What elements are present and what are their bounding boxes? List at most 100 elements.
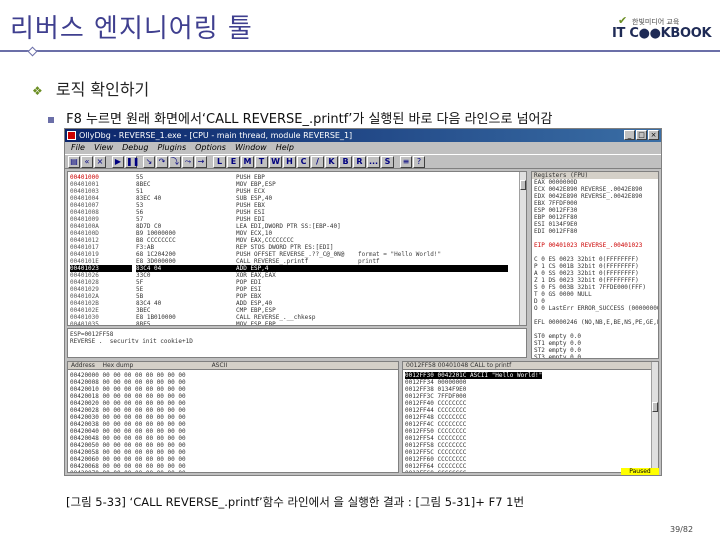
dump-row[interactable]: 00420028 00 00 00 00 00 00 00 00 (70, 407, 186, 414)
menu-item-file[interactable]: File (71, 142, 85, 153)
register-row[interactable]: EDX 0042E890 REVERSE_.0042E890 (534, 193, 658, 200)
stack-pane[interactable]: 0012FF58 00401048 CALL to printf 0012FF3… (402, 361, 659, 473)
stack-row[interactable]: 0012FF30 0042201C ASCII "Hello World!" (405, 372, 543, 379)
window-button-11[interactable]: ... (367, 155, 380, 168)
disasm-cmt-cell[interactable] (358, 237, 508, 244)
run-icon[interactable]: ▶ (112, 155, 124, 168)
disasm-cmt-cell[interactable] (358, 174, 508, 181)
disasm-cmt-cell[interactable] (358, 188, 508, 195)
stack-row[interactable]: 0012FF48 CCCCCCCC (405, 414, 542, 421)
disasm-cmt-cell[interactable] (358, 307, 508, 314)
dump-row[interactable]: 00420058 00 00 00 00 00 00 00 00 (70, 449, 186, 456)
disasm-addr-cell[interactable]: 00401035 (70, 321, 132, 325)
disasm-cmt-cell[interactable] (358, 272, 508, 279)
register-row[interactable]: ST3 empty 0.0 (534, 354, 658, 358)
list-icon[interactable]: ≡ (400, 155, 412, 168)
disasm-hex-cell[interactable]: 53 (136, 202, 236, 209)
register-row[interactable] (534, 249, 658, 256)
pause-icon[interactable]: ❚❚ (125, 155, 139, 168)
close-button[interactable]: × (648, 130, 659, 140)
register-row[interactable]: T 0 GS 0000 NULL (534, 291, 658, 298)
disasm-cmt-cell[interactable] (358, 293, 508, 300)
window-button-1[interactable]: E (227, 155, 240, 168)
disasm-cmt-cell[interactable] (358, 223, 508, 230)
menu-item-view[interactable]: View (94, 142, 113, 153)
disassembly-pane[interactable]: 00401000 00401001 00401003 00401004 00401007… (67, 171, 527, 326)
dump-row[interactable]: 00420010 00 00 00 00 00 00 00 00 (70, 386, 186, 393)
dump-row[interactable]: 00420020 00 00 00 00 00 00 00 00 (70, 400, 186, 407)
maximize-button[interactable]: □ (636, 130, 647, 140)
disasm-addr-cell[interactable]: 00401023 (70, 265, 132, 272)
disasm-cmt-cell[interactable]: printf (358, 258, 508, 265)
stack-row[interactable]: 0012FF40 CCCCCCCC (405, 400, 542, 407)
disasm-addr-cell[interactable]: 00401028 (70, 279, 132, 286)
dump-row[interactable]: 00420050 00 00 00 00 00 00 00 00 (70, 442, 186, 449)
disasm-cmt-cell[interactable] (358, 195, 508, 202)
disasm-cmt-cell[interactable] (358, 300, 508, 307)
disasm-hex-cell[interactable]: 5F (136, 279, 236, 286)
disasm-cmt-cell[interactable] (358, 209, 508, 216)
disasm-addr-cell[interactable]: 0040101E (70, 258, 132, 265)
register-row[interactable]: C 0 ES 0023 32bit 0(FFFFFFFF) (534, 256, 658, 263)
disasm-hex-cell[interactable]: E8 3D000000 (136, 258, 236, 265)
stack-row[interactable]: 0012FF50 CCCCCCCC (405, 428, 542, 435)
register-row[interactable]: ST2 empty 0.0 (534, 347, 658, 354)
stack-scrollbar[interactable] (651, 362, 658, 472)
register-row[interactable]: Z 1 DS 0023 32bit 0(FFFFFFFF) (534, 277, 658, 284)
disasm-hex-cell[interactable]: 57 (136, 216, 236, 223)
dump-row[interactable]: 00420000 00 00 00 00 00 00 00 00 (70, 372, 186, 379)
step-over-icon[interactable]: ↷ (156, 155, 168, 168)
disasm-cmt-cell[interactable] (358, 279, 508, 286)
disasm-hex-cell[interactable]: 56 (136, 209, 236, 216)
disasm-hex-cell[interactable]: 3BEC (136, 307, 236, 314)
dump-row[interactable]: 00420048 00 00 00 00 00 00 00 00 (70, 435, 186, 442)
register-row[interactable]: ECX 0042E890 REVERSE_.0042E890 (534, 186, 658, 193)
window-button-3[interactable]: T (255, 155, 268, 168)
help-icon[interactable]: ? (413, 155, 425, 168)
register-row[interactable]: ESP 0012FF30 (534, 207, 658, 214)
stack-row[interactable]: 0012FF5C CCCCCCCC (405, 449, 542, 456)
register-row[interactable]: A 0 SS 0023 32bit 0(FFFFFFFF) (534, 270, 658, 277)
disasm-addr-cell[interactable]: 0040102A (70, 293, 132, 300)
disasm-cmt-cell[interactable] (358, 230, 508, 237)
window-button-4[interactable]: W (269, 155, 282, 168)
dump-row[interactable]: 00420060 00 00 00 00 00 00 00 00 (70, 456, 186, 463)
stack-row[interactable]: 0012FF54 CCCCCCCC (405, 435, 542, 442)
dump-row[interactable]: 00420008 00 00 00 00 00 00 00 00 (70, 379, 186, 386)
execute-till-return-icon[interactable]: → (195, 155, 207, 168)
disasm-addr-cell[interactable]: 00401001 (70, 181, 132, 188)
window-button-12[interactable]: S (381, 155, 394, 168)
disasm-cmt-cell[interactable] (358, 216, 508, 223)
disasm-addr-cell[interactable]: 00401007 (70, 202, 132, 209)
stack-row[interactable]: 0012FF38 0134F9E0 (405, 386, 542, 393)
minimize-button[interactable]: _ (624, 130, 635, 140)
disasm-addr-cell[interactable]: 00401009 (70, 216, 132, 223)
dump-row[interactable]: 00420030 00 00 00 00 00 00 00 00 (70, 414, 186, 421)
disassembly-scrollbar[interactable] (519, 172, 526, 325)
menu-item-plugins[interactable]: Plugins (157, 142, 186, 153)
stack-row[interactable]: 0012FF34 00000000 (405, 379, 542, 386)
stack-row[interactable]: 0012FF44 CCCCCCCC (405, 407, 542, 414)
open-icon[interactable]: ▤ (68, 155, 80, 168)
register-row[interactable]: EBX 7FFDF000 (534, 200, 658, 207)
register-row[interactable]: EAX 0000000D (534, 179, 658, 186)
window-button-9[interactable]: B (339, 155, 352, 168)
disasm-cmt-cell[interactable]: format = "Hello World!" (358, 251, 508, 258)
disasm-hex-cell[interactable]: 83C4 40 (136, 300, 236, 307)
dump-row[interactable]: 00420068 00 00 00 00 00 00 00 00 (70, 463, 186, 470)
disasm-addr-cell[interactable]: 00401004 (70, 195, 132, 202)
disasm-addr-cell[interactable]: 0040102E (70, 307, 132, 314)
disasm-addr-cell[interactable]: 00401029 (70, 286, 132, 293)
dump-pane[interactable]: Address Hex dump ASCII 00420000 00 00 00… (67, 361, 399, 473)
disasm-cmt-cell[interactable] (358, 321, 508, 325)
stack-row[interactable]: 0012FF3C 7FFDF000 (405, 393, 542, 400)
register-row[interactable]: ST1 empty 0.0 (534, 340, 658, 347)
disasm-addr-cell[interactable]: 00401012 (70, 237, 132, 244)
window-button-5[interactable]: H (283, 155, 296, 168)
disasm-hex-cell[interactable]: 5E (136, 286, 236, 293)
disasm-hex-cell[interactable]: 5B (136, 293, 236, 300)
register-row[interactable]: O 0 LastErr ERROR_SUCCESS (00000000) (534, 305, 658, 312)
disasm-hex-cell[interactable]: 8BE5 (136, 321, 236, 325)
menu-item-help[interactable]: Help (276, 142, 294, 153)
disasm-hex-cell[interactable]: 68 1C204200 (136, 251, 236, 258)
